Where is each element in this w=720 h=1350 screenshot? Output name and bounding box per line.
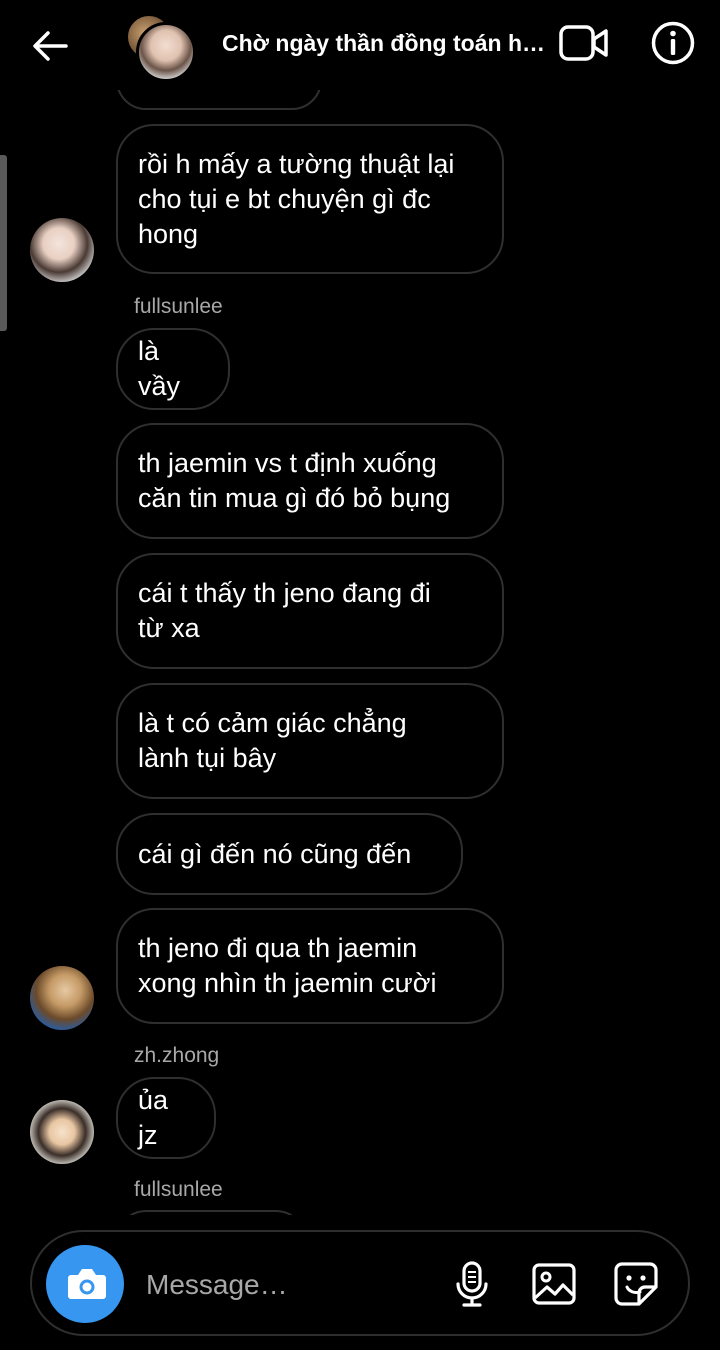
camera-icon (68, 1269, 106, 1299)
message-list[interactable]: rồi h mấy a tường thuật lại cho tụi e bt… (0, 0, 720, 1215)
chat-title[interactable]: Chờ ngày thần đồng toán h… (222, 30, 558, 57)
message-bubble[interactable]: th jaemin vs t định xuống căn tin mua gì… (116, 423, 504, 539)
chat-header: Chờ ngày thần đồng toán h… (0, 0, 720, 90)
message-bubble[interactable]: là vầy (116, 328, 230, 410)
message-text: th jaemin vs t định xuống căn tin mua gì… (138, 448, 451, 513)
message-bubble[interactable]: là t có cảm giác chẳng lành tụi bây (116, 683, 504, 799)
image-icon (532, 1263, 576, 1305)
message-composer (30, 1230, 690, 1336)
message-text: cái t thấy th jeno đang đi từ xa (138, 578, 431, 643)
message-text: là t có cảm giác chẳng lành tụi bây (138, 708, 407, 773)
message-text: cái gì đến nó cũng đến (138, 838, 412, 869)
message-bubble[interactable]: th jeno đi qua th jaemin xong nhìn th ja… (116, 908, 504, 1024)
gallery-button[interactable] (530, 1260, 578, 1308)
arrow-left-icon (33, 31, 68, 61)
info-icon (651, 21, 695, 65)
message-bubble[interactable]: ủa jz (116, 1077, 216, 1159)
message-text: th jeno đi qua th jaemin xong nhìn th ja… (138, 933, 437, 998)
back-button[interactable] (28, 24, 72, 68)
sticker-icon (614, 1262, 658, 1306)
message-input[interactable] (144, 1260, 428, 1310)
message-text: ủa jz (138, 1085, 169, 1150)
scroll-indicator[interactable] (0, 155, 7, 331)
sender-name: fullsunlee (134, 1178, 223, 1201)
message-text: là vầy (138, 336, 181, 401)
video-camera-icon (559, 25, 608, 61)
message-bubble[interactable]: cái gì đến nó cũng đến (116, 813, 463, 895)
message-bubble[interactable]: cái t thấy th jeno đang đi từ xa (116, 553, 504, 669)
sender-name: fullsunlee (134, 295, 223, 318)
avatar[interactable] (30, 218, 94, 282)
avatar (136, 22, 196, 82)
video-call-button[interactable] (558, 22, 610, 64)
voice-message-button[interactable] (450, 1260, 494, 1308)
microphone-icon (456, 1261, 488, 1307)
camera-button[interactable] (46, 1245, 124, 1323)
message-bubble-partial[interactable] (116, 1210, 306, 1215)
avatar[interactable] (30, 1100, 94, 1164)
message-bubble[interactable]: rồi h mấy a tường thuật lại cho tụi e bt… (116, 124, 504, 274)
group-avatar[interactable] (124, 12, 196, 82)
message-text: rồi h mấy a tường thuật lại cho tụi e bt… (138, 148, 455, 249)
sticker-button[interactable] (612, 1260, 660, 1308)
info-button[interactable] (650, 20, 696, 66)
sender-name: zh.zhong (134, 1044, 220, 1067)
avatar[interactable] (30, 966, 94, 1030)
